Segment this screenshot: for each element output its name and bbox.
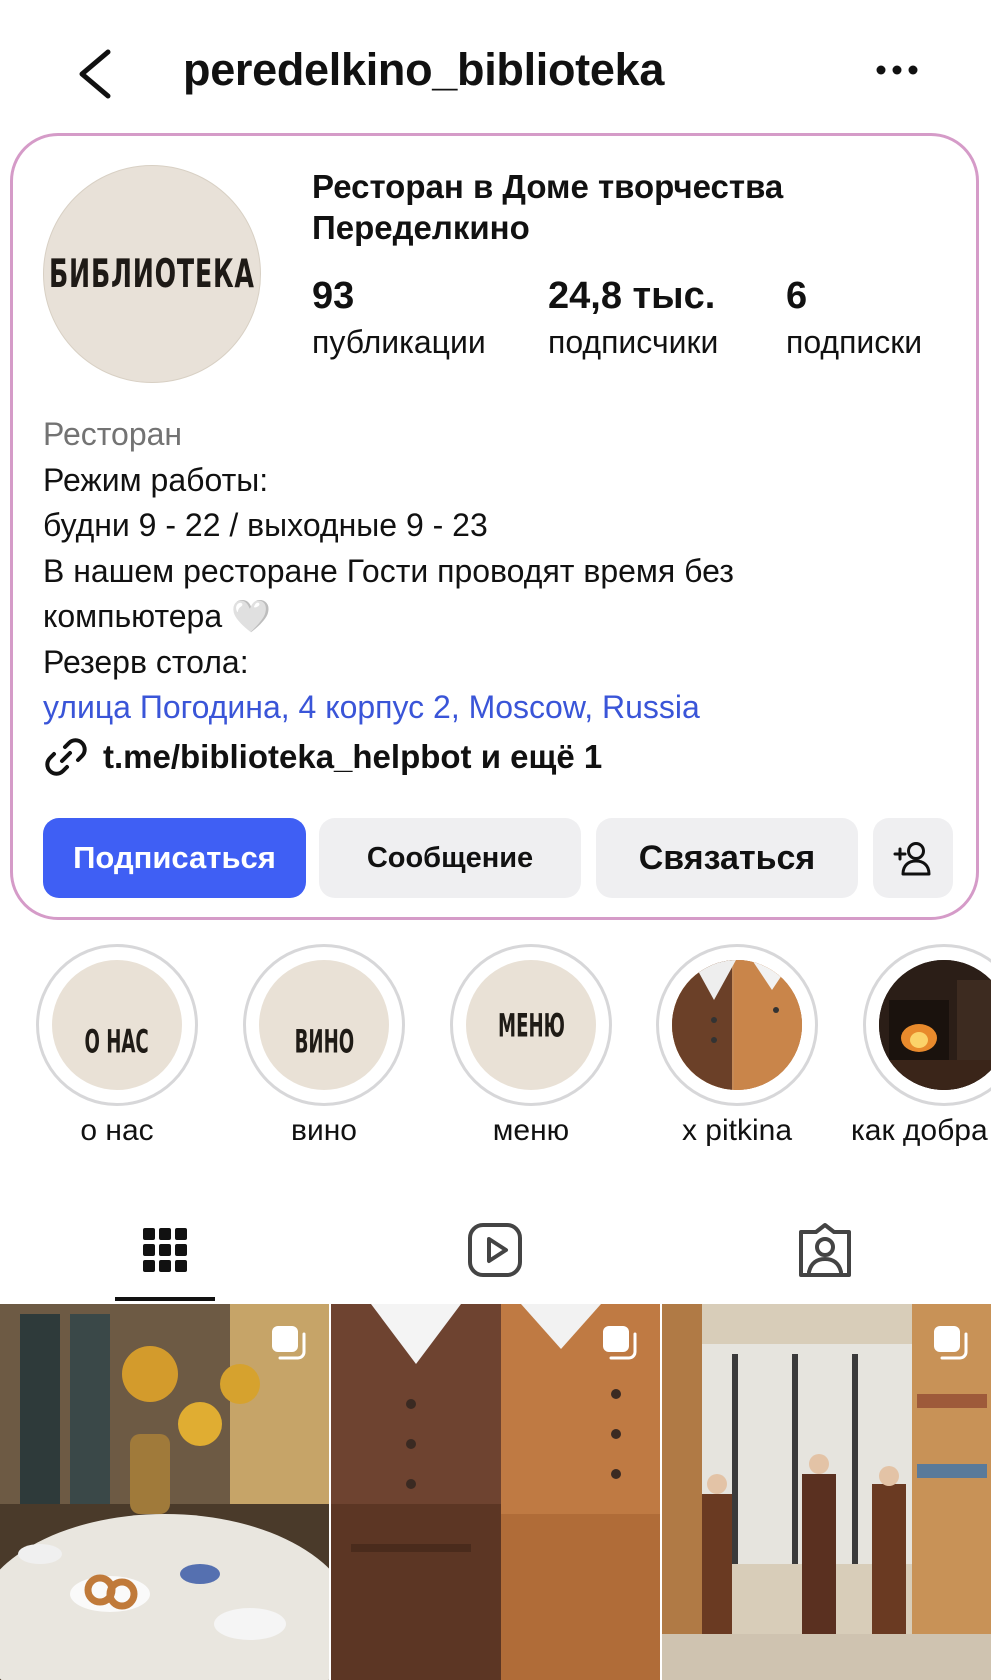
stat-label: подписчики (548, 324, 719, 360)
highlight-label: вино (291, 1114, 357, 1147)
bio-line: будни 9 - 22 / выходные 9 - 23 (43, 507, 488, 543)
back-button[interactable] (72, 46, 124, 102)
active-tab-indicator (115, 1297, 215, 1301)
stat-label: подписки (786, 324, 923, 360)
highlight-label: x pitkina (681, 1114, 793, 1147)
external-link[interactable]: t.me/biblioteka_helpbot и ещё 1 (43, 733, 602, 781)
tab-posts-grid[interactable] (65, 1200, 265, 1300)
address-link[interactable]: улица Погодина, 4 корпус 2, Moscow, Russ… (43, 685, 963, 731)
stat-value: 93 (312, 275, 355, 317)
chevron-left-icon (79, 49, 111, 99)
highlight-cover-text: ВИНО (294, 1022, 354, 1060)
fireplace-photo (879, 960, 991, 1090)
external-link-text: t.me/biblioteka_helpbot и ещё 1 (103, 738, 603, 775)
highlight-cover-text: МЕНЮ (497, 1006, 565, 1044)
stat-value: 24,8 тыс. (548, 275, 716, 317)
highlight-label: как добра (851, 1114, 988, 1147)
top-bar: peredelkino_biblioteka (0, 0, 991, 140)
stat-posts[interactable]: 93 публикации (312, 274, 486, 362)
profile-username: peredelkino_biblioteka (183, 44, 665, 95)
stat-value: 6 (786, 275, 808, 317)
post-thumbnail[interactable] (662, 1304, 991, 1680)
more-options-button[interactable] (872, 56, 922, 86)
carousel-icon (603, 1326, 637, 1360)
highlight-cover: О НАС (52, 960, 182, 1090)
carousel-icon (934, 1326, 968, 1360)
grid-icon (143, 1228, 187, 1272)
tagged-icon (799, 1223, 851, 1277)
highlight-ring[interactable] (656, 944, 818, 1106)
highlight-cover: ВИНО (259, 960, 389, 1090)
bio-line: В нашем ресторане Гости проводят время б… (43, 552, 734, 589)
profile-bio: Ресторан Режим работы: будни 9 - 22 / вы… (43, 412, 963, 731)
highlight-ring[interactable]: МЕНЮ (450, 944, 612, 1106)
profile-tabs (0, 1200, 991, 1302)
highlight-ring[interactable]: О НАС (36, 944, 198, 1106)
highlight-label: о нас (80, 1114, 154, 1147)
profile-card: БИБЛИОТЕКА Ресторан в Доме творчества Пе… (10, 133, 979, 920)
bio-line: Резерв стола: (43, 643, 249, 680)
tab-tagged[interactable] (725, 1200, 925, 1300)
avatar-logo-text: БИБЛИОТЕКА (49, 251, 255, 297)
highlight-cover-photo (879, 960, 991, 1090)
more-horizontal-icon (876, 65, 918, 75)
stat-label: публикации (312, 324, 486, 360)
bio-line: компьютера 🤍 (43, 598, 271, 634)
reels-icon (468, 1223, 522, 1277)
tab-reels[interactable] (395, 1200, 595, 1300)
highlight-cover: МЕНЮ (466, 960, 596, 1090)
bio-line: Режим работы: (43, 461, 269, 498)
follow-button[interactable]: Подписаться (43, 818, 306, 898)
posts-grid (0, 1304, 991, 1680)
post-thumbnail[interactable] (0, 1304, 329, 1680)
post-thumbnail[interactable] (331, 1304, 660, 1680)
stat-followers[interactable]: 24,8 тыс. подписчики (548, 274, 718, 362)
link-icon (45, 738, 87, 776)
suggest-accounts-button[interactable] (873, 818, 953, 898)
uniform-photo (672, 960, 802, 1090)
carousel-icon (272, 1326, 306, 1360)
highlight-cover-photo (672, 960, 802, 1090)
highlight-label: меню (492, 1114, 570, 1147)
highlight-ring[interactable]: ВИНО (243, 944, 405, 1106)
stat-following[interactable]: 6 подписки (786, 274, 922, 362)
highlight-cover-text: О НАС (84, 1022, 150, 1060)
highlight-ring[interactable] (863, 944, 991, 1106)
avatar[interactable]: БИБЛИОТЕКА (43, 165, 261, 383)
profile-category: Ресторан (43, 416, 183, 452)
message-button[interactable]: Сообщение (319, 818, 581, 898)
add-person-icon (893, 842, 931, 876)
contact-button[interactable]: Связаться (596, 818, 858, 898)
profile-display-name: Ресторан в Доме творчества Переделкино (312, 168, 784, 246)
